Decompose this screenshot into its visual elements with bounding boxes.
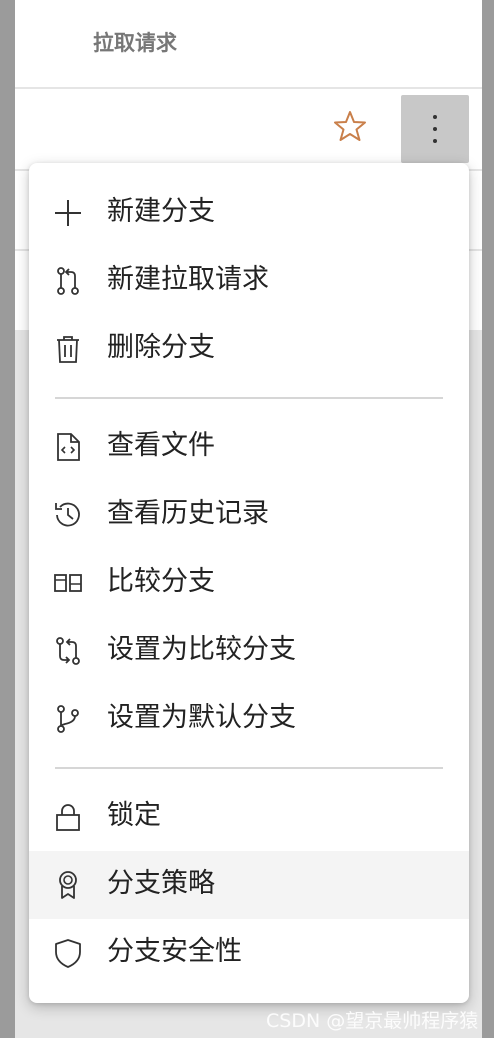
menu-divider [55,767,443,769]
more-vertical-icon [433,139,437,143]
menu-item-view-files[interactable]: 查看文件 [29,413,469,481]
menu-item-new-branch[interactable]: 新建分支 [29,179,469,247]
menu-item-set-default-branch[interactable]: 设置为默认分支 [29,685,469,753]
plus-icon [53,198,83,228]
menu-item-set-compare-branch[interactable]: 设置为比较分支 [29,617,469,685]
badge-icon [53,870,83,900]
menu-item-label: 分支策略 [107,868,215,899]
context-menu: 新建分支 新建拉取请求 删除分支 查看文件 查看历史记录 比较分支 设置为比较分… [29,163,469,1003]
menu-item-label: 设置为比较分支 [107,634,296,665]
branch-icon [53,704,83,734]
menu-item-label: 查看文件 [107,430,215,461]
trash-icon [53,334,83,364]
menu-item-label: 新建拉取请求 [107,264,269,295]
menu-item-label: 设置为默认分支 [107,702,296,733]
menu-item-label: 比较分支 [107,566,215,597]
menu-item-label: 新建分支 [107,196,215,227]
swap-branch-icon [53,636,83,666]
shield-icon [53,938,83,968]
star-outline-icon[interactable] [333,109,367,143]
menu-item-compare-branches[interactable]: 比较分支 [29,549,469,617]
menu-item-label: 锁定 [107,800,161,831]
more-vertical-icon [433,115,437,119]
code-file-icon [53,432,83,462]
more-options-button[interactable] [401,95,469,163]
menu-item-new-pull-request[interactable]: 新建拉取请求 [29,247,469,315]
tab-bar: 拉取请求 [15,0,482,89]
menu-item-branch-security[interactable]: 分支安全性 [29,919,469,987]
lock-icon [53,802,83,832]
menu-item-lock[interactable]: 锁定 [29,783,469,851]
menu-item-label: 查看历史记录 [107,498,269,529]
tab-pull-requests[interactable]: 拉取请求 [93,27,177,57]
menu-item-label: 分支安全性 [107,936,242,967]
menu-item-view-history[interactable]: 查看历史记录 [29,481,469,549]
menu-item-label: 删除分支 [107,332,215,363]
compare-icon [53,568,83,598]
menu-item-delete-branch[interactable]: 删除分支 [29,315,469,383]
watermark: CSDN @望京最帅程序猿 [266,1010,479,1032]
menu-divider [55,397,443,399]
history-icon [53,500,83,530]
pull-request-icon [53,266,83,296]
more-vertical-icon [433,127,437,131]
branch-row [15,89,482,171]
menu-item-branch-policies[interactable]: 分支策略 [29,851,469,919]
